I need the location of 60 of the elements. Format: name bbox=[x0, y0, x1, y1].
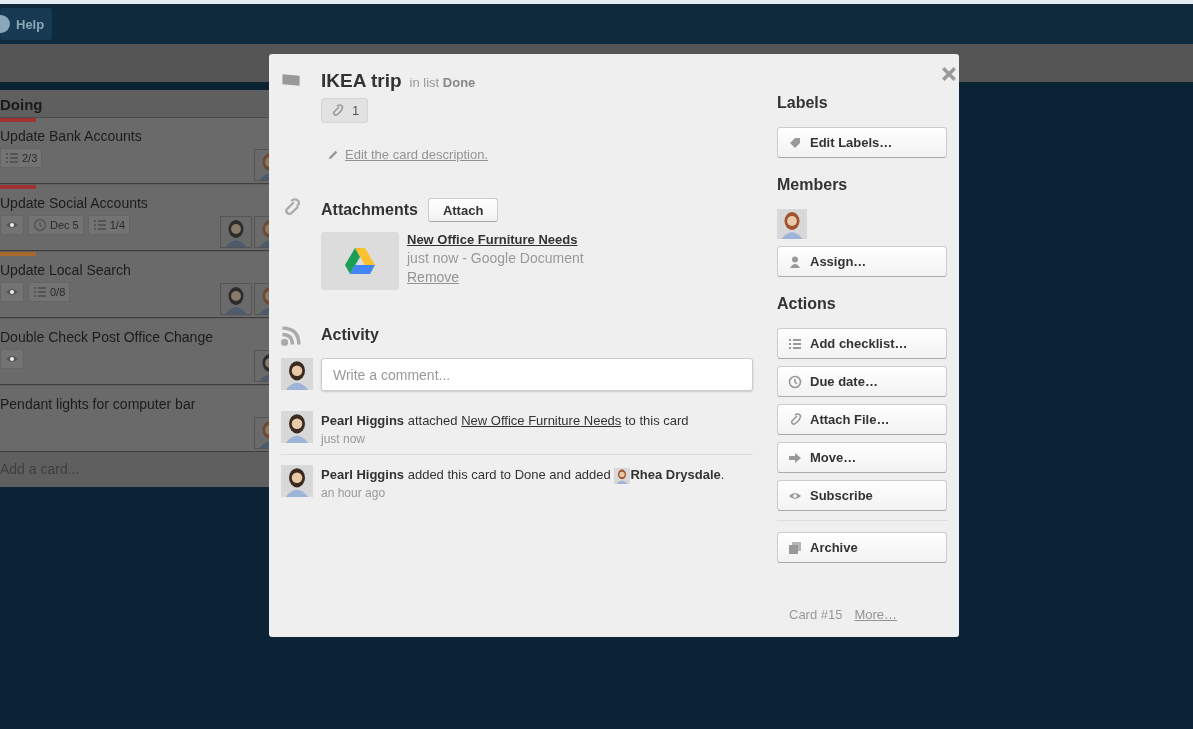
paperclip-icon bbox=[788, 412, 802, 427]
attachments-heading: Attachments bbox=[321, 201, 418, 219]
sidebar-button[interactable]: Attach File… bbox=[777, 404, 947, 435]
attachment-meta: just now - Google Document bbox=[407, 250, 584, 266]
arrow-icon bbox=[788, 450, 802, 465]
sidebar-button[interactable]: Archive bbox=[777, 532, 947, 563]
checklist-badge: 2/3 bbox=[0, 148, 43, 168]
sidebar-button[interactable]: Due date… bbox=[777, 366, 947, 397]
member-avatar bbox=[777, 209, 807, 239]
sidebar-button[interactable]: Add checklist… bbox=[777, 328, 947, 359]
clock-icon bbox=[788, 374, 802, 389]
checklist-icon bbox=[788, 336, 802, 351]
activity-time: an hour ago bbox=[321, 486, 387, 500]
attachment-link[interactable]: New Office Furniture Needs bbox=[461, 413, 622, 428]
section-heading: Labels bbox=[777, 94, 829, 112]
attach-button[interactable]: Attach bbox=[427, 198, 499, 222]
checklist-icon bbox=[92, 218, 107, 232]
user-avatar bbox=[281, 358, 313, 390]
card-number: Card #15 bbox=[789, 607, 843, 622]
archive-icon bbox=[788, 540, 802, 555]
card-title: Update Local Search bbox=[0, 261, 132, 280]
member-avatar bbox=[220, 283, 252, 315]
comment-field[interactable]: Write a comment... bbox=[321, 358, 753, 391]
person-icon bbox=[788, 254, 802, 269]
rss-icon bbox=[281, 326, 301, 346]
activity-text: Pearl Higgins added this card to Done and added Rhea Drysdale. bbox=[321, 466, 725, 484]
checklist-badge: 1/4 bbox=[87, 215, 131, 235]
tag-icon bbox=[788, 135, 802, 150]
card-title: Pendant lights for computer bar bbox=[0, 395, 197, 414]
sidebar-button[interactable]: Subscribe bbox=[777, 480, 947, 511]
checklist-icon bbox=[5, 151, 19, 165]
activity-text: Pearl Higgins attached New Office Furniture Needs to this card bbox=[321, 412, 689, 430]
checklist-badge: 0/8 bbox=[28, 282, 71, 302]
drive-icon bbox=[345, 248, 375, 274]
section-heading: Members bbox=[777, 176, 849, 194]
activity-time: just now bbox=[321, 432, 367, 446]
card-title: Update Social Accounts bbox=[0, 194, 149, 213]
checklist-icon bbox=[33, 285, 47, 299]
attachment-name-link[interactable]: New Office Furniture Needs bbox=[407, 232, 584, 247]
clock-icon bbox=[33, 218, 47, 232]
close-icon bbox=[941, 66, 957, 82]
section-heading: Actions bbox=[777, 295, 837, 313]
card-title: IKEA trip bbox=[321, 70, 402, 92]
pencil-icon bbox=[327, 148, 339, 161]
due-date-badge: Dec 5 bbox=[28, 215, 84, 235]
sidebar-button[interactable]: Edit Labels… bbox=[777, 127, 947, 158]
sidebar-button[interactable]: Assign… bbox=[777, 246, 947, 277]
attachment-count-badge: 1 bbox=[321, 98, 369, 123]
close-button[interactable] bbox=[941, 66, 957, 82]
member-avatar bbox=[220, 216, 252, 248]
member-avatar bbox=[614, 467, 631, 484]
card-title: Update Bank Accounts bbox=[0, 127, 143, 146]
user-avatar bbox=[281, 411, 313, 443]
help-button[interactable]: Help bbox=[0, 8, 53, 40]
card-title: Double Check Post Office Change bbox=[0, 328, 214, 347]
activity-heading: Activity bbox=[321, 326, 379, 343]
user-avatar bbox=[281, 465, 313, 497]
paperclip-icon bbox=[330, 103, 344, 118]
sidebar-button[interactable]: Move… bbox=[777, 442, 947, 473]
list-info: in list Done bbox=[409, 75, 476, 90]
